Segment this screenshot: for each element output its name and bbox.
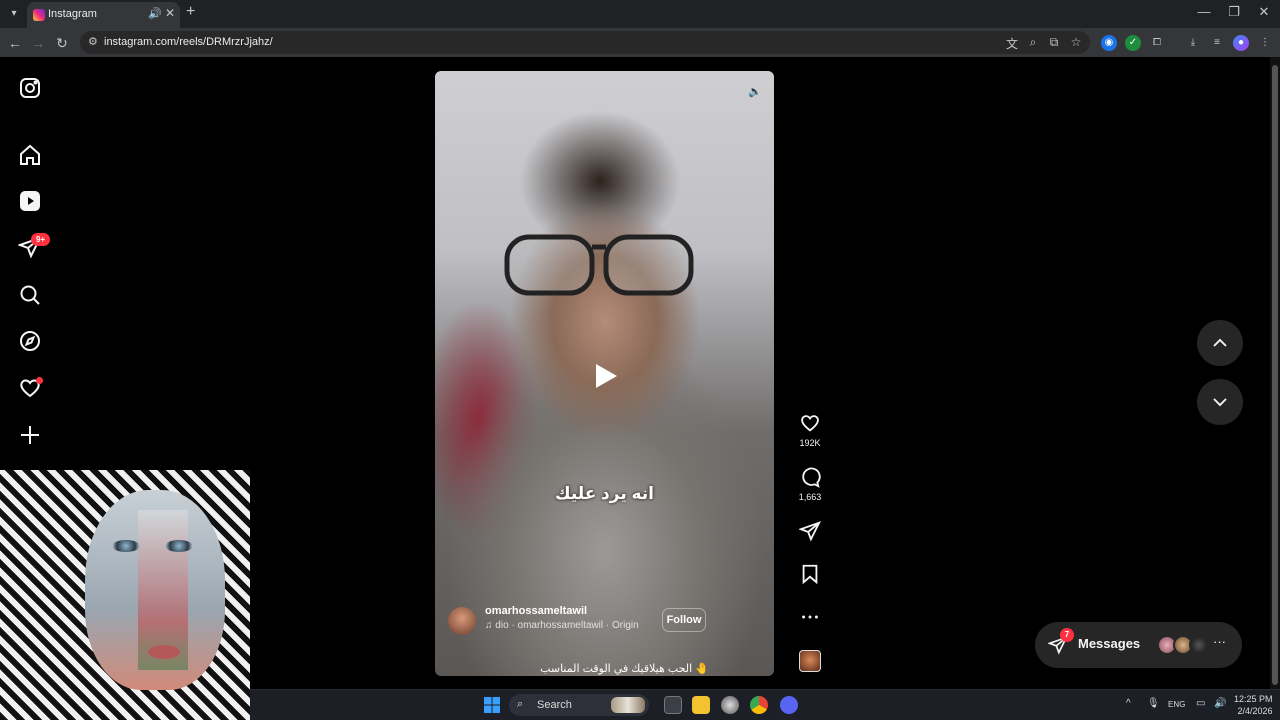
site-info-icon[interactable]: ⚙ <box>88 35 98 48</box>
tab-title: Instagram <box>48 8 97 20</box>
video-subtitle: انه يرد عليك <box>555 484 654 503</box>
browser-toolbar: ← → ↻ ⚙ instagram.com/reels/DRMrzrJjahz/… <box>0 28 1280 57</box>
follow-button[interactable]: Follow <box>662 608 706 632</box>
cast-icon[interactable]: ⧉ <box>1046 35 1062 50</box>
caption-text: الحب هيلاقيك في الوقت المناسب <box>540 663 693 675</box>
home-icon[interactable] <box>18 143 42 167</box>
overlay-portrait-image <box>0 470 250 720</box>
portrait-eye <box>165 540 193 552</box>
author-avatar[interactable] <box>448 607 476 635</box>
portrait-eye <box>112 540 140 552</box>
file-explorer-icon[interactable] <box>692 696 710 714</box>
tab-search-chevron-icon[interactable]: ▾ <box>4 4 24 24</box>
restore-icon[interactable]: ❐ <box>1220 4 1248 20</box>
tab-close-icon[interactable]: ✕ <box>165 6 175 20</box>
messages-button[interactable]: 7 Messages ··· <box>1035 622 1242 668</box>
previous-reel-button[interactable] <box>1197 320 1243 366</box>
profile-avatar-icon[interactable]: ● <box>1233 35 1249 51</box>
play-icon[interactable] <box>593 362 619 390</box>
forward-arrow-icon[interactable]: → <box>27 32 49 54</box>
microphone-icon[interactable]: 🎙 <box>1147 698 1160 709</box>
audio-track-label: dio · omarhossameltawil · Origin <box>495 620 639 631</box>
hand-emoji-icon: 🤚 <box>695 663 709 675</box>
search-highlight-image <box>611 697 645 713</box>
windows-start-icon[interactable] <box>484 697 500 713</box>
mute-toggle-icon[interactable]: 🔈 <box>746 83 764 101</box>
address-bar[interactable]: ⚙ instagram.com/reels/DRMrzrJjahz/ 文 ⌕ ⧉… <box>80 31 1090 54</box>
messages-badge: 7 <box>1060 628 1074 642</box>
windows-taskbar: ⌕ Search ^ 🎙 ENG ▭ 🔊 12:25 PM 2/4/2026 <box>250 689 1280 720</box>
reels-icon[interactable] <box>18 189 42 213</box>
chevron-up-icon <box>1213 338 1227 347</box>
new-tab-plus-icon[interactable]: + <box>186 3 195 21</box>
more-options-icon[interactable] <box>798 606 822 633</box>
original-audio-thumbnail[interactable] <box>799 650 821 672</box>
reel-video[interactable]: 🔈 انه يرد عليك omarhossameltawil ♫ dio ·… <box>435 71 774 676</box>
extension-blue-icon[interactable]: ◉ <box>1101 35 1117 51</box>
app-tray-icon[interactable] <box>721 696 739 714</box>
downloads-icon[interactable]: ⤓ <box>1185 35 1201 51</box>
author-username[interactable]: omarhossameltawil <box>485 605 587 617</box>
taskbar-search-placeholder: Search <box>537 699 572 711</box>
like-heart-icon[interactable] <box>798 412 822 439</box>
taskbar-clock[interactable]: 12:25 PM 2/4/2026 <box>1234 693 1273 717</box>
like-count: 192K <box>799 438 821 448</box>
music-note-icon: ♫ <box>485 620 493 631</box>
conversation-avatar <box>1189 635 1209 655</box>
more-conversations-icon: ··· <box>1213 634 1226 649</box>
search-icon[interactable] <box>18 283 42 307</box>
comment-count: 1,663 <box>798 492 822 502</box>
clock-time: 12:25 PM <box>1234 694 1273 704</box>
activity-dot <box>36 377 43 384</box>
create-plus-icon[interactable] <box>18 423 42 447</box>
task-view-icon[interactable] <box>664 696 682 714</box>
next-reel-button[interactable] <box>1197 379 1243 425</box>
reel-caption[interactable]: الحب هيلاقيك في الوقت المناسب 🤚 <box>435 662 774 675</box>
video-subject-glasses <box>504 234 694 296</box>
comment-bubble-icon[interactable] <box>798 466 822 493</box>
page-scrollbar[interactable] <box>1270 57 1280 691</box>
clock-date: 2/4/2026 <box>1237 706 1273 716</box>
share-send-icon[interactable] <box>798 520 822 547</box>
browser-menu-icon[interactable]: ⋮ <box>1257 35 1273 51</box>
translate-icon[interactable]: 文 <box>1004 35 1020 52</box>
explore-compass-icon[interactable] <box>18 329 42 353</box>
zoom-icon[interactable]: ⌕ <box>1025 35 1041 50</box>
taskbar-search-box[interactable]: ⌕ Search <box>509 694 649 716</box>
notifications-badge: 9+ <box>31 233 50 246</box>
tab-instagram[interactable]: Instagram 🔊 ✕ <box>27 2 180 28</box>
messages-label: Messages <box>1078 636 1141 651</box>
scrollbar-thumb[interactable] <box>1272 65 1278 685</box>
audio-track[interactable]: ♫ dio · omarhossameltawil · Origin <box>485 620 639 631</box>
save-bookmark-icon[interactable] <box>798 563 822 590</box>
instagram-favicon-icon <box>33 9 45 21</box>
chrome-icon[interactable] <box>750 696 768 714</box>
tab-strip: ▾ Instagram 🔊 ✕ + — ❐ ✕ <box>0 0 1280 28</box>
language-indicator[interactable]: ENG <box>1168 700 1185 709</box>
extensions-puzzle-icon[interactable]: ⧠ <box>1149 35 1165 51</box>
instagram-logo-icon[interactable] <box>18 76 42 100</box>
chevron-down-icon <box>1213 398 1227 407</box>
reload-icon[interactable]: ↻ <box>51 32 73 54</box>
url-text[interactable]: instagram.com/reels/DRMrzrJjahz/ <box>104 36 273 48</box>
close-window-icon[interactable]: ✕ <box>1250 4 1278 20</box>
extension-shield-icon[interactable]: ✓ <box>1125 35 1141 51</box>
bookmark-star-icon[interactable]: ☆ <box>1068 35 1084 49</box>
volume-icon[interactable]: 🔊 <box>1214 698 1226 709</box>
show-hidden-icons-chevron-icon[interactable]: ^ <box>1126 698 1131 709</box>
media-controls-icon[interactable]: ≡ <box>1209 35 1225 51</box>
network-icon[interactable]: ▭ <box>1196 698 1205 709</box>
discord-icon[interactable] <box>780 696 798 714</box>
tab-audio-icon[interactable]: 🔊 <box>148 7 162 20</box>
minimize-icon[interactable]: — <box>1190 4 1218 19</box>
search-icon: ⌕ <box>517 698 524 710</box>
portrait-lips <box>148 645 180 659</box>
back-arrow-icon[interactable]: ← <box>4 32 26 54</box>
